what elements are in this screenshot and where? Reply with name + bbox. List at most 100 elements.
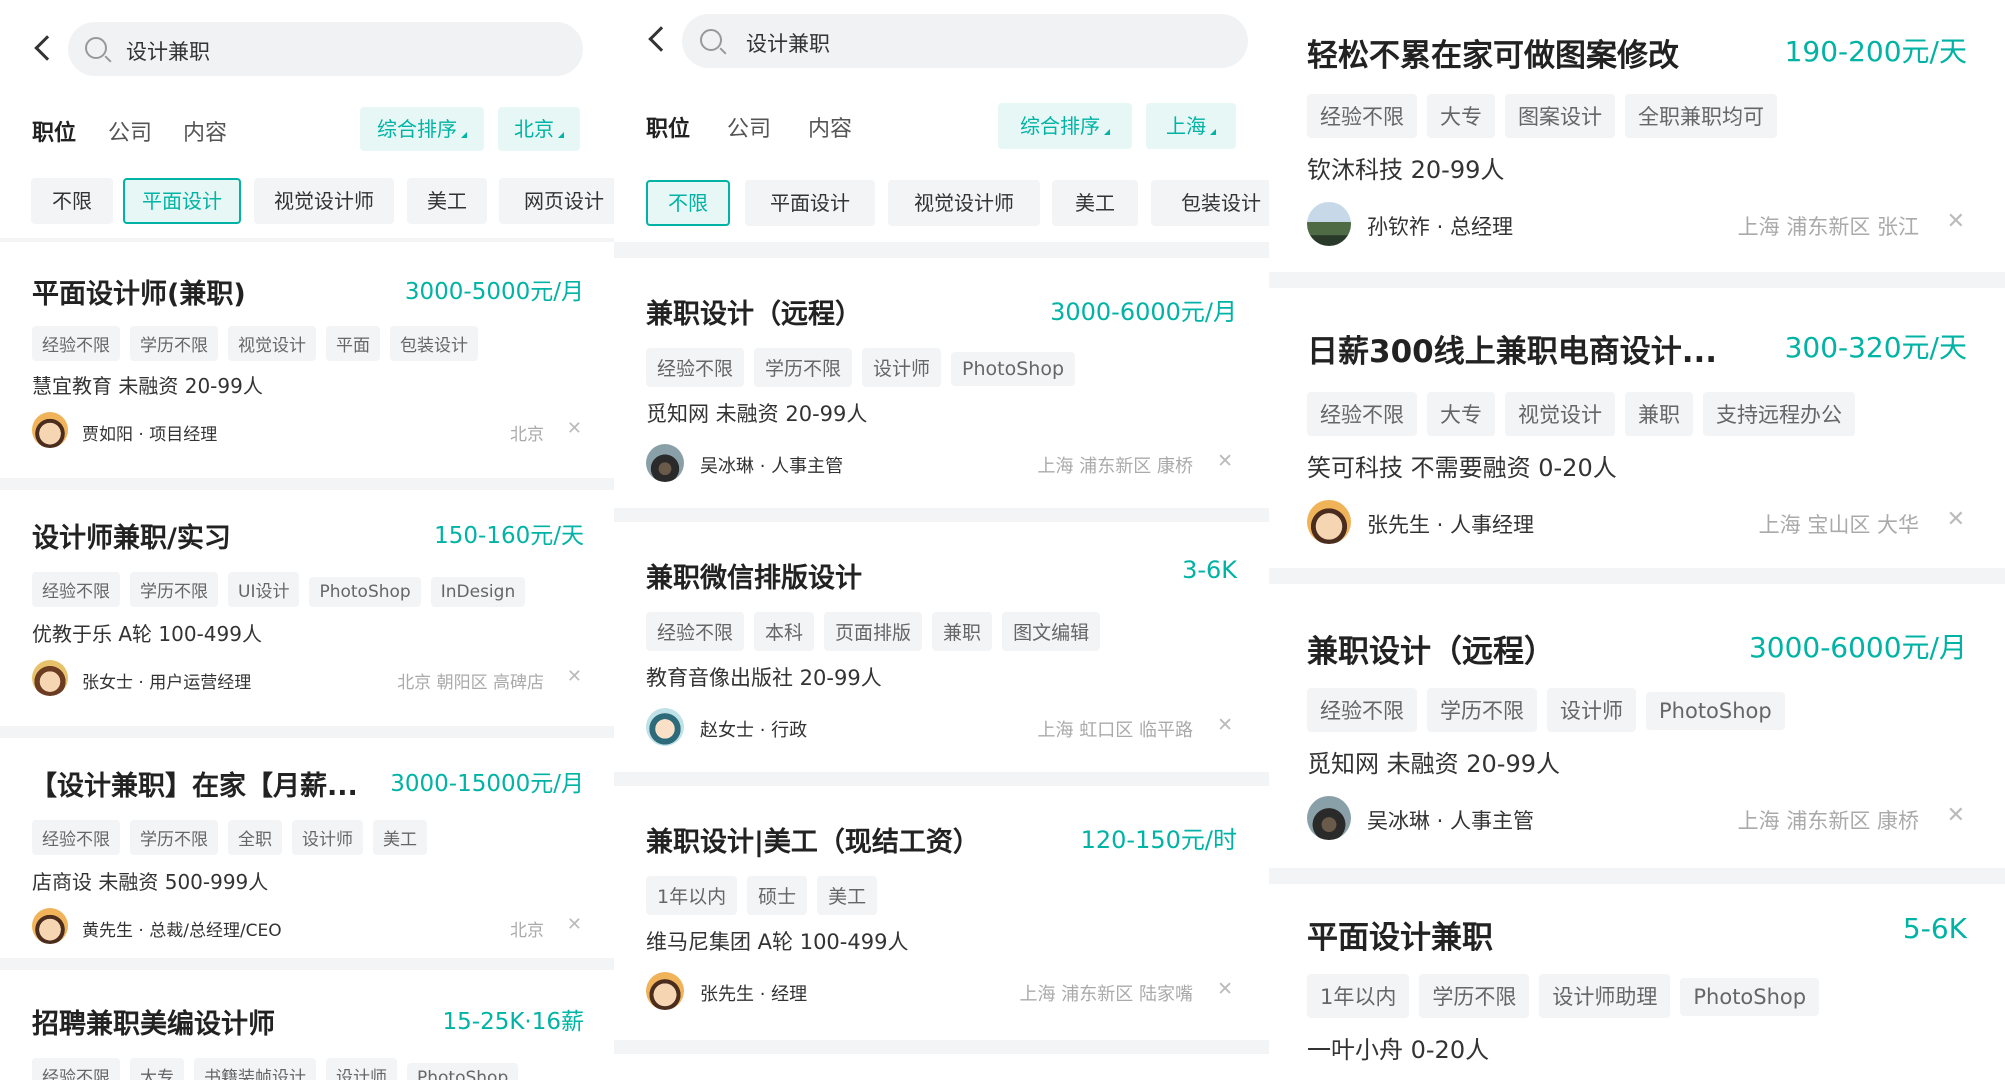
job-tag: 经验不限 [646,612,745,651]
close-icon[interactable]: ✕ [1947,507,1965,532]
job-tag: 视觉设计 [1505,392,1615,436]
tab-positions[interactable]: 职位 [646,111,690,143]
job-tag: 图文编辑 [1002,612,1101,651]
company-info: 一叶小舟 0-20人 [1307,1036,1490,1064]
company-info: 慧宜教育 未融资 20-99人 [32,374,263,398]
tab-companies[interactable]: 公司 [108,115,152,147]
job-location: 上海 浦东新区 张江 [1737,215,1919,239]
close-icon[interactable]: ✕ [567,418,582,439]
job-tag: 学历不限 [1427,688,1537,732]
job-card[interactable]: 平面设计师(兼职) 3000-5000元/月 经验不限 学历不限 视觉设计 平面 包装设… [0,242,614,480]
close-icon[interactable]: ✕ [1947,803,1965,828]
job-tag: 大专 [1427,392,1495,436]
job-card[interactable]: 兼职设计|美工（现结工资） 120-150元/时 1年以内 硕士 美工 维马尼集团 … [614,786,1269,1036]
job-title: 平面设计兼职 [1307,920,1493,956]
recruiter-avatar [32,412,68,448]
job-tag: 全职兼职均可 [1625,94,1777,138]
job-card[interactable]: 兼职设计（远程） 3000-6000元/月 经验不限 学历不限 设计师 PhotoSh… [614,258,1269,510]
job-card[interactable]: 设计师兼职/实习 150-160元/天 经验不限 学历不限 UI设计 PhotoSho… [0,490,614,728]
sort-dropdown[interactable]: 综合排序 [360,107,484,151]
chip-visual-designer[interactable]: 视觉设计师 [254,178,394,224]
tab-content[interactable]: 内容 [183,115,227,147]
job-tag: 图案设计 [1505,94,1615,138]
search-query: 设计兼职 [746,32,830,56]
job-card[interactable]: 日薪300线上兼职电商设计... 300-320元/天 经验不限 大专 视觉设计 兼职… [1269,288,2005,568]
chip-packaging-design[interactable]: 包装设计 [1151,180,1269,226]
city-dropdown[interactable]: 北京 [498,107,580,151]
job-tags: 经验不限 大专 图案设计 全职兼职均可 [1307,94,1787,138]
recruiter-avatar [646,444,684,482]
job-card[interactable]: 招聘兼职美编设计师 15-25K·16薪 经验不限 大专 书籍装帧设计 设计师 Phot… [0,970,614,1080]
job-tag: 设计师助理 [1539,974,1671,1018]
job-tag: PhotoShop [1646,692,1785,730]
chip-visual-designer[interactable]: 视觉设计师 [888,180,1040,226]
job-salary: 120-150元/时 [1080,826,1237,854]
job-card[interactable]: 平面设计兼职 5-6K 1年以内 学历不限 设计师助理 PhotoShop 一叶小舟 … [1269,884,2005,1080]
top-bar: 设计兼职 [614,0,1269,100]
job-title: 兼职设计（远程） [646,299,862,330]
sort-dropdown[interactable]: 综合排序 [998,103,1132,149]
job-salary: 190-200元/天 [1784,35,1967,68]
chip-any[interactable]: 不限 [646,180,730,226]
city-dropdown[interactable]: 上海 [1146,103,1236,149]
job-card[interactable]: 轻松不累在家可做图案修改 190-200元/天 经验不限 大专 图案设计 全职兼职均可… [1269,0,2005,272]
chip-artist[interactable]: 美工 [1052,180,1138,226]
chip-graphic-design[interactable]: 平面设计 [745,180,875,226]
recruiter-info: 赵女士 · 行政 [700,720,808,741]
search-input[interactable]: 设计兼职 [682,14,1248,68]
search-results-panel-continued: 轻松不累在家可做图案修改 190-200元/天 经验不限 大专 图案设计 全职兼职均可… [1269,0,2005,1080]
job-title: 平面设计师(兼职) [32,279,246,310]
job-salary: 5-6K [1902,912,1967,945]
job-tag: 平面 [326,326,380,361]
close-icon[interactable]: ✕ [567,914,582,935]
close-icon[interactable]: ✕ [1217,450,1233,472]
job-title: 招聘兼职美编设计师 [32,1009,275,1040]
job-tag: 学历不限 [754,348,853,387]
job-salary: 300-320元/天 [1784,331,1967,364]
tab-companies[interactable]: 公司 [727,111,771,143]
chip-graphic-design[interactable]: 平面设计 [123,178,241,224]
job-location: 上海 浦东新区 陆家嘴 [1019,984,1193,1005]
tab-positions[interactable]: 职位 [32,115,76,147]
job-tag: 大专 [130,1058,184,1080]
tab-content[interactable]: 内容 [808,111,852,143]
close-icon[interactable]: ✕ [1947,209,1965,234]
job-tag: 设计师 [1547,688,1636,732]
chip-artist[interactable]: 美工 [407,178,487,224]
company-info: 钦沐科技 20-99人 [1307,156,1505,184]
chip-web-design[interactable]: 网页设计 [499,178,614,224]
job-location: 北京 朝阳区 高碑店 [397,673,544,693]
job-tag: 学历不限 [130,572,218,607]
job-tag: UI设计 [228,572,300,607]
company-info: 维马尼集团 A轮 100-499人 [646,930,909,954]
job-title: 兼职微信排版设计 [646,563,862,594]
chip-any[interactable]: 不限 [31,178,113,224]
job-tag: 页面排版 [824,612,923,651]
back-arrow-icon[interactable] [34,35,60,61]
job-location: 上海 浦东新区 康桥 [1037,456,1193,477]
job-title: 设计师兼职/实习 [32,523,231,554]
job-tag: 硕士 [747,876,808,915]
company-info: 笑可科技 不需要融资 0-20人 [1307,454,1617,482]
job-card[interactable]: 兼职微信排版设计 3-6K 经验不限 本科 页面排版 兼职 图文编辑 教育音像出版社 2… [614,522,1269,772]
job-tag: 设计师 [326,1058,397,1080]
search-icon [85,37,107,59]
recruiter-info: 张女士 · 用户运营经理 [82,673,252,693]
job-salary: 150-160元/天 [434,523,584,549]
close-icon[interactable]: ✕ [1217,978,1233,1000]
job-card[interactable]: 兼职设计（远程） 3000-6000元/月 经验不限 学历不限 设计师 PhotoSh… [1269,584,2005,868]
job-tag: 经验不限 [32,1058,120,1080]
job-title: 日薪300线上兼职电商设计... [1307,334,1718,370]
job-card[interactable]: 【设计兼职】在家【月薪... 3000-15000元/月 经验不限 学历不限 全职设… [0,738,614,974]
search-icon [700,29,722,51]
job-tag: 书籍装帧设计 [194,1058,316,1080]
close-icon[interactable]: ✕ [1217,714,1233,736]
job-tag: 经验不限 [32,820,120,855]
close-icon[interactable]: ✕ [567,666,582,687]
company-info: 优教于乐 A轮 100-499人 [32,622,262,646]
search-input[interactable]: 设计兼职 [68,22,583,76]
search-results-panel-shanghai: 设计兼职 职位 公司 内容 综合排序 上海 不限 平面设计 视觉设计师 美工 包… [614,0,1269,1080]
recruiter-info: 张先生 · 经理 [700,984,808,1005]
back-arrow-icon[interactable] [648,26,674,52]
job-tag: 经验不限 [32,572,120,607]
